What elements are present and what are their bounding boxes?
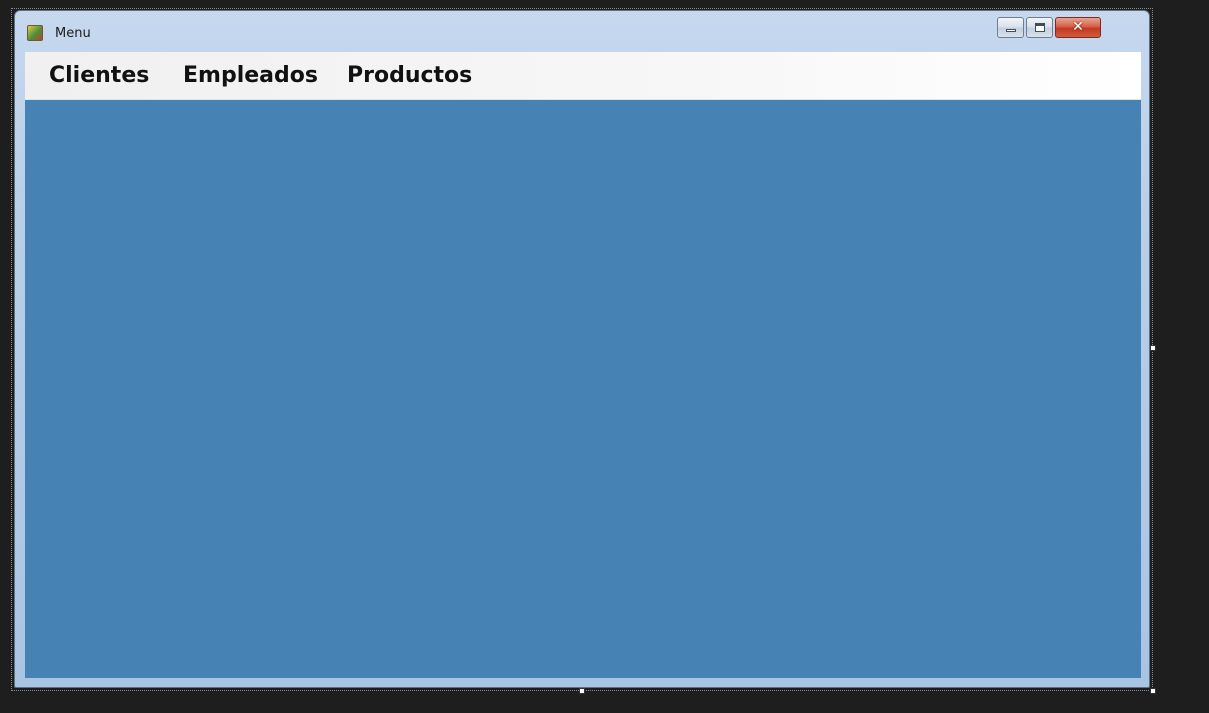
form-window: Menu ✕ Clientes Empleados Productos [14, 10, 1150, 688]
close-icon: ✕ [1072, 19, 1084, 35]
title-bar[interactable]: Menu ✕ [15, 11, 1149, 52]
menu-item-empleados[interactable]: Empleados [179, 61, 322, 91]
form-client-area [25, 100, 1141, 678]
menu-item-clientes[interactable]: Clientes [45, 61, 153, 91]
resize-handle-right[interactable] [1150, 345, 1156, 351]
maximize-button[interactable] [1026, 17, 1053, 38]
close-button[interactable]: ✕ [1055, 17, 1101, 38]
app-icon [27, 25, 43, 41]
window-title: Menu [55, 26, 91, 41]
minimize-button[interactable] [997, 17, 1024, 38]
maximize-icon [1035, 23, 1045, 32]
resize-handle-bottom-right[interactable] [1150, 688, 1156, 694]
menu-item-productos[interactable]: Productos [343, 61, 476, 91]
menu-strip: Clientes Empleados Productos [25, 52, 1141, 100]
minimize-icon [1006, 29, 1016, 32]
resize-handle-bottom[interactable] [579, 688, 585, 694]
